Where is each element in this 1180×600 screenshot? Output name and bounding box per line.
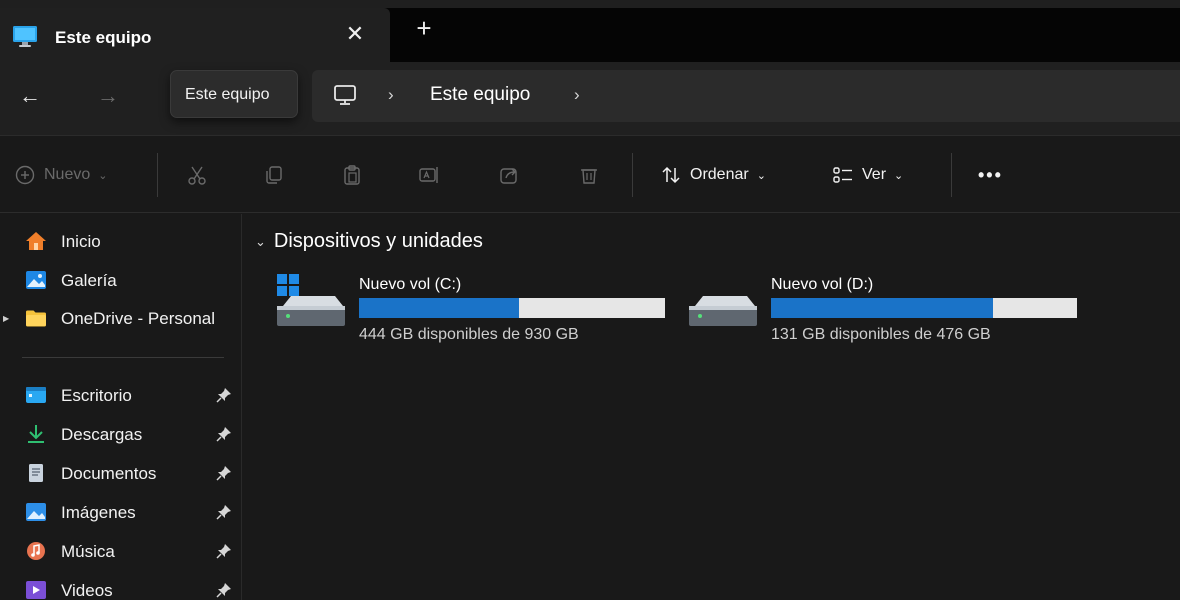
- chevron-right-icon[interactable]: ›: [388, 85, 394, 105]
- tooltip-text: Este equipo: [185, 86, 270, 103]
- view-icon: [833, 167, 852, 183]
- close-tab-button[interactable]: ✕: [341, 20, 369, 48]
- navigation-pane: Inicio Galería ▶ OneDrive - Personal Esc…: [0, 214, 242, 600]
- drive-d[interactable]: Nuevo vol (D:) 131 GB disponibles de 476…: [689, 274, 1089, 354]
- more-options-button[interactable]: •••: [978, 161, 1003, 189]
- share-button[interactable]: [498, 161, 520, 189]
- view-button[interactable]: Ver ⌄: [832, 161, 903, 189]
- sidebar-item-imagenes[interactable]: Imágenes: [0, 495, 242, 529]
- rename-icon: [419, 167, 438, 183]
- command-bar: Nuevo ⌄ Ordenar ⌄ Ver ⌄ •••: [0, 137, 1180, 213]
- chevron-right-icon[interactable]: ▶: [3, 314, 9, 323]
- toolbar-divider: [632, 153, 633, 197]
- sort-icon: [662, 166, 680, 184]
- navigation-bar: ← → › Este equipo › Este equipo: [0, 62, 1180, 136]
- sidebar-item-label: Imágenes: [61, 503, 136, 522]
- pin-icon[interactable]: [216, 387, 232, 403]
- chevron-down-icon: ⌄: [894, 169, 904, 182]
- toolbar-divider: [951, 153, 952, 197]
- pin-icon[interactable]: [216, 543, 232, 559]
- more-icon: •••: [978, 164, 1003, 185]
- delete-icon: [581, 169, 597, 184]
- rename-button[interactable]: [418, 161, 440, 189]
- system-drive-icon: [277, 274, 345, 326]
- pictures-icon: [26, 503, 46, 521]
- sort-button-label: Ordenar: [690, 166, 749, 183]
- breadcrumb-este-equipo[interactable]: Este equipo: [430, 84, 530, 106]
- music-icon: [27, 542, 45, 560]
- share-icon: [500, 168, 517, 184]
- sidebar-item-label: Música: [61, 542, 115, 561]
- sidebar-item-galeria[interactable]: Galería: [0, 263, 242, 297]
- gallery-icon: [26, 271, 46, 289]
- chevron-down-icon[interactable]: ⌄: [255, 234, 266, 250]
- title-bar: Este equipo ✕ +: [0, 0, 1180, 62]
- chevron-down-icon: ⌄: [756, 169, 766, 182]
- drive-name: Nuevo vol (C:): [359, 276, 462, 293]
- drive-usage-bar: [359, 298, 665, 318]
- drive-usage-bar: [771, 298, 1077, 318]
- sidebar-item-label: Galería: [61, 271, 117, 290]
- home-icon: [26, 232, 46, 250]
- back-button[interactable]: ←: [14, 80, 46, 112]
- cut-icon: [188, 166, 206, 185]
- monitor-icon: [13, 26, 37, 47]
- pin-icon[interactable]: [216, 504, 232, 520]
- cut-button[interactable]: [186, 161, 208, 189]
- sidebar-item-label: Inicio: [61, 232, 101, 251]
- toolbar-divider: [157, 153, 158, 197]
- sidebar-item-onedrive[interactable]: ▶ OneDrive - Personal: [0, 301, 242, 335]
- chevron-right-icon[interactable]: ›: [574, 85, 580, 105]
- delete-button[interactable]: [578, 161, 600, 189]
- group-title: Dispositivos y unidades: [273, 230, 483, 252]
- drive-usage-fill: [771, 298, 993, 318]
- forward-button[interactable]: →: [92, 80, 124, 112]
- drive-c[interactable]: Nuevo vol (C:) 444 GB disponibles de 930…: [277, 274, 677, 354]
- sidebar-item-musica[interactable]: Música: [0, 534, 242, 568]
- tab-title: Este equipo: [55, 28, 152, 47]
- address-bar[interactable]: › Este equipo ›: [312, 70, 1180, 122]
- new-tab-button[interactable]: +: [410, 14, 438, 42]
- videos-icon: [26, 581, 46, 599]
- paste-icon: [344, 165, 360, 185]
- folder-icon: [26, 310, 46, 327]
- pin-icon[interactable]: [216, 582, 232, 598]
- sidebar-item-label: Videos: [61, 581, 113, 600]
- download-icon: [28, 425, 44, 443]
- view-button-label: Ver: [862, 166, 887, 183]
- drive-name: Nuevo vol (D:): [771, 276, 874, 293]
- paste-button[interactable]: [341, 161, 363, 189]
- sidebar-item-label: OneDrive - Personal: [61, 309, 216, 328]
- sidebar-divider: [22, 357, 224, 358]
- drive-space-info: 131 GB disponibles de 476 GB: [771, 326, 991, 343]
- sidebar-item-label: Descargas: [61, 425, 143, 444]
- copy-button[interactable]: [263, 161, 285, 189]
- sidebar-item-escritorio[interactable]: Escritorio: [0, 378, 242, 412]
- pin-icon[interactable]: [216, 465, 232, 481]
- monitor-icon[interactable]: [332, 82, 358, 108]
- sort-button[interactable]: Ordenar ⌄: [660, 161, 766, 189]
- desktop-icon: [26, 387, 46, 403]
- drive-space-info: 444 GB disponibles de 930 GB: [359, 326, 579, 343]
- group-header-devices[interactable]: ⌄ Dispositivos y unidades: [255, 230, 483, 253]
- document-icon: [29, 464, 43, 482]
- sidebar-item-label: Documentos: [61, 464, 157, 483]
- chevron-down-icon: ⌄: [98, 169, 108, 182]
- sidebar-item-inicio[interactable]: Inicio: [0, 224, 242, 258]
- copy-icon: [266, 166, 282, 184]
- drive-icon: [689, 296, 757, 326]
- new-button[interactable]: Nuevo ⌄: [14, 161, 107, 189]
- sidebar-item-label: Escritorio: [61, 386, 132, 405]
- pin-icon[interactable]: [216, 426, 232, 442]
- content-pane: ⌄ Dispositivos y unidades Nuevo vol (C:)…: [243, 214, 1180, 600]
- sidebar-item-documentos[interactable]: Documentos: [0, 456, 242, 490]
- add-circle-icon: [15, 165, 35, 185]
- tooltip: Este equipo: [170, 70, 298, 118]
- tab-este-equipo[interactable]: Este equipo ✕: [0, 8, 390, 62]
- drive-usage-fill: [359, 298, 520, 318]
- new-button-label: Nuevo: [44, 166, 91, 183]
- sidebar-item-videos[interactable]: Videos: [0, 573, 242, 600]
- sidebar-item-descargas[interactable]: Descargas: [0, 417, 242, 451]
